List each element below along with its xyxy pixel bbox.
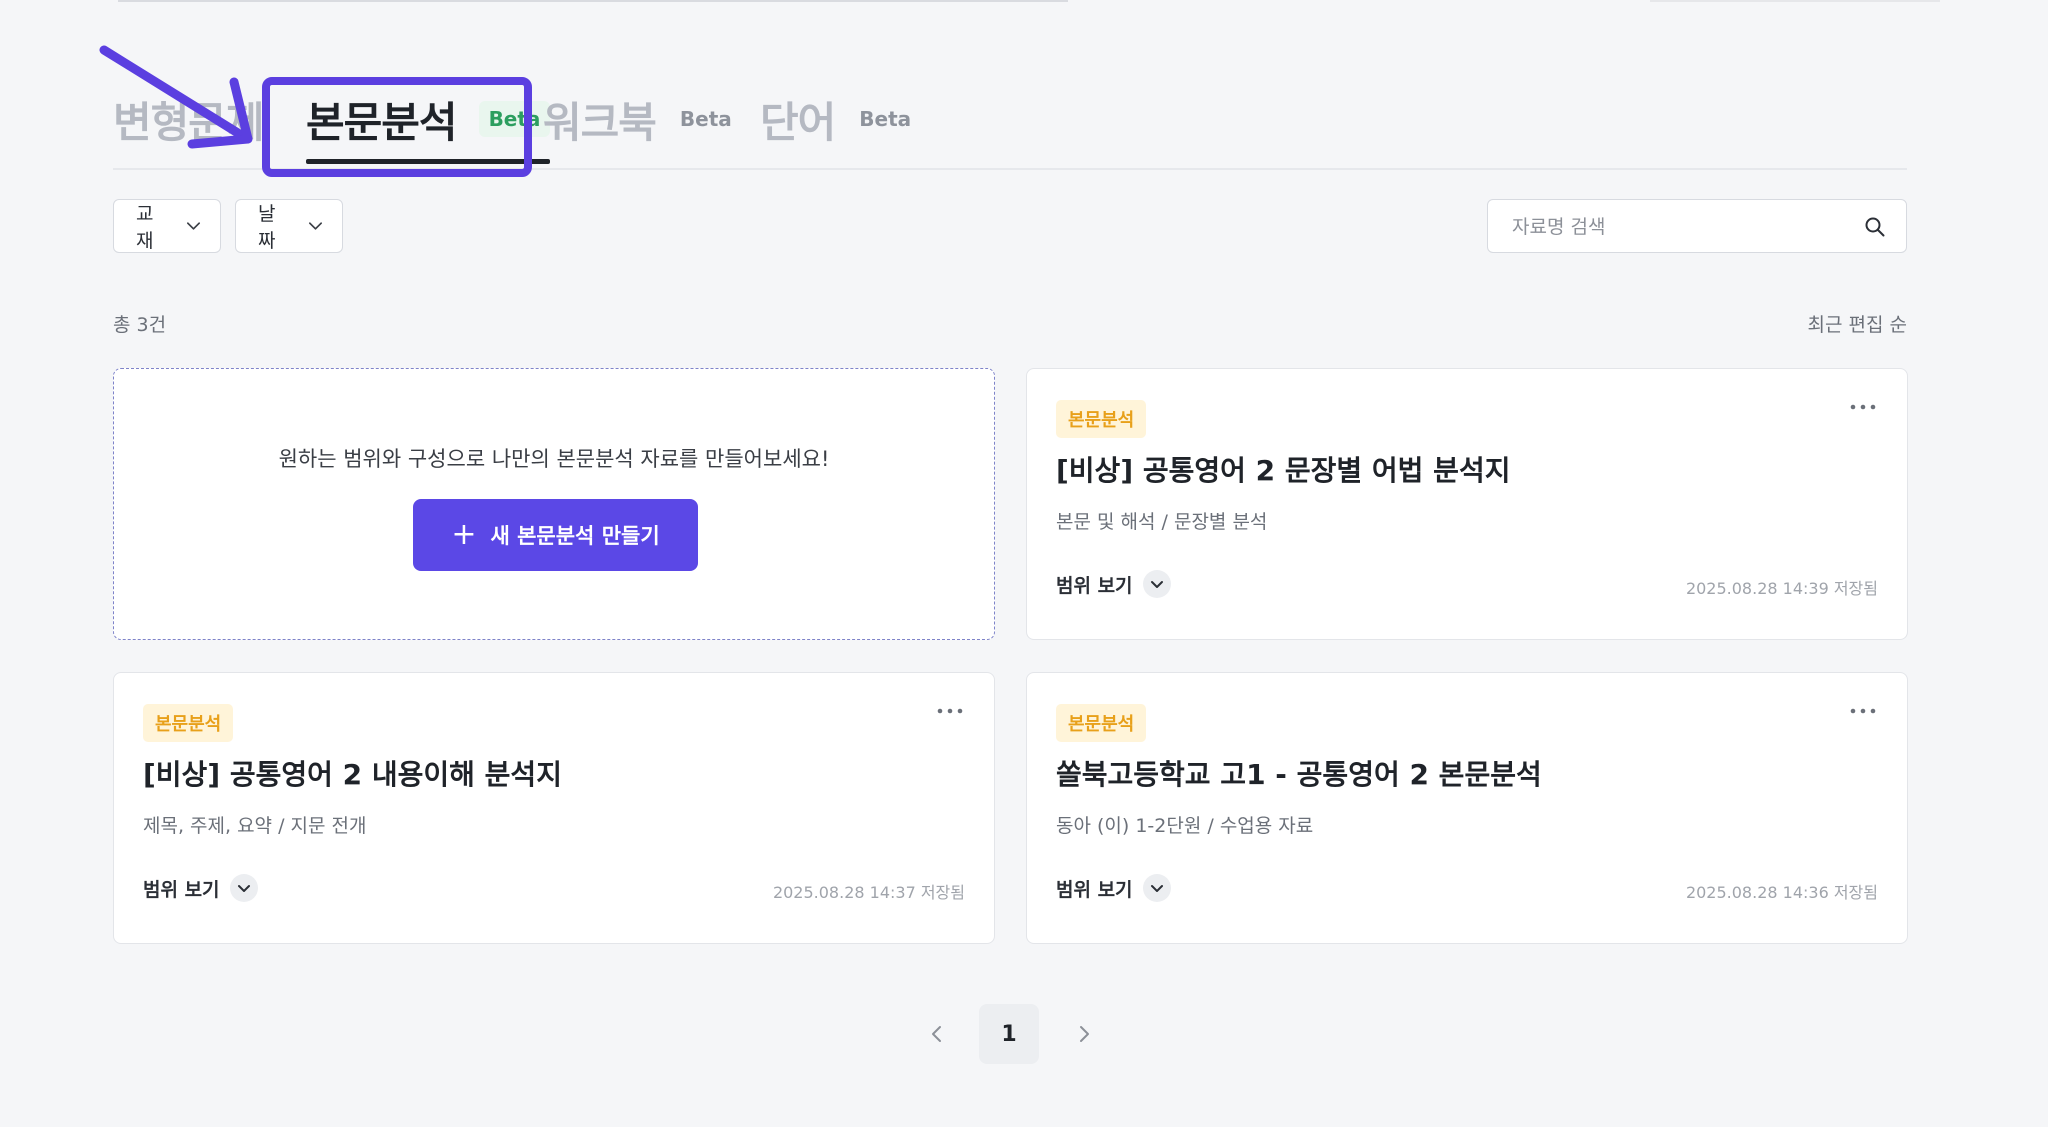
tab-vocabulary[interactable]: 단어 Beta	[760, 70, 911, 168]
category-tag: 본문분석	[1056, 704, 1147, 742]
plus-icon: +	[451, 517, 477, 552]
chevron-down-icon	[229, 874, 258, 902]
card-subtitle: 동아 (이) 1-2단원 / 수업용 자료	[1056, 815, 1314, 837]
range-label: 범위 보기	[143, 878, 220, 901]
top-divider	[118, 0, 1068, 2]
beta-badge: Beta	[478, 101, 551, 137]
view-range-toggle[interactable]: 범위 보기	[143, 874, 258, 902]
chevron-down-icon	[308, 222, 323, 230]
sort-dropdown[interactable]: 최근 편집 순	[1808, 310, 1907, 337]
more-options-icon[interactable]	[936, 703, 964, 719]
chevron-down-icon	[186, 222, 201, 230]
view-range-toggle[interactable]: 범위 보기	[1056, 874, 1171, 902]
material-card[interactable]: 본문분석 [비상] 공통영어 2 문장별 어법 분석지 본문 및 해석 / 문장…	[1026, 368, 1908, 640]
chevron-left-icon[interactable]	[925, 1022, 949, 1046]
material-card[interactable]: 본문분석 쏠북고등학교 고1 - 공통영어 2 본문분석 동아 (이) 1-2단…	[1026, 672, 1908, 944]
search-input[interactable]	[1510, 200, 1844, 254]
chevron-down-icon	[1142, 570, 1171, 598]
filter-label: 날짜	[258, 203, 276, 252]
saved-timestamp: 2025.08.28 14:37 저장됨	[772, 883, 965, 902]
beta-badge: Beta	[859, 107, 912, 131]
tab-label: 본문분석	[306, 97, 458, 147]
range-label: 범위 보기	[1056, 574, 1133, 597]
textbook-filter[interactable]: 교재	[113, 199, 221, 253]
more-options-icon[interactable]	[1849, 703, 1877, 719]
card-title: 쏠북고등학교 고1 - 공통영어 2 본문분석	[1056, 758, 1542, 791]
tab-text-analysis[interactable]: 본문분석 Beta	[288, 70, 568, 168]
search-box	[1487, 199, 1907, 254]
create-prompt: 원하는 범위와 구성으로 나만의 본문분석 자료를 만들어보세요!	[278, 447, 830, 471]
tab-label: 단어	[760, 97, 836, 147]
category-tag: 본문분석	[143, 704, 234, 742]
date-filter[interactable]: 날짜	[235, 199, 343, 253]
pagination: 1	[0, 1004, 2048, 1064]
tab-label: 워크북	[543, 97, 657, 147]
page-number-button[interactable]: 1	[979, 1004, 1039, 1064]
card-subtitle: 본문 및 해석 / 문장별 분석	[1056, 511, 1268, 533]
more-options-icon[interactable]	[1849, 399, 1877, 415]
range-label: 범위 보기	[1056, 878, 1133, 901]
chevron-down-icon	[1142, 874, 1171, 902]
result-count: 총 3건	[113, 314, 167, 336]
create-new-analysis-button[interactable]: + 새 본문분석 만들기	[413, 499, 698, 571]
category-tag: 본문분석	[1056, 400, 1147, 438]
saved-timestamp: 2025.08.28 14:39 저장됨	[1685, 579, 1878, 598]
tab-workbook[interactable]: 워크북 Beta	[543, 70, 732, 168]
active-tab-indicator	[306, 159, 551, 164]
beta-badge: Beta	[679, 107, 732, 131]
card-title: [비상] 공통영어 2 내용이해 분석지	[143, 758, 562, 791]
filter-label: 교재	[136, 203, 154, 252]
card-subtitle: 제목, 주제, 요약 / 지문 전개	[143, 815, 367, 837]
annotation-arrow-icon	[99, 45, 253, 149]
chevron-right-icon[interactable]	[1072, 1022, 1096, 1046]
view-range-toggle[interactable]: 범위 보기	[1056, 570, 1171, 598]
card-title: [비상] 공통영어 2 문장별 어법 분석지	[1056, 454, 1511, 487]
screen: 변형문제 본문분석 Beta 워크북 Beta 단어 Beta 교재 날짜 자료…	[0, 0, 2048, 1127]
search-icon[interactable]	[1864, 216, 1886, 238]
saved-timestamp: 2025.08.28 14:36 저장됨	[1685, 883, 1878, 902]
button-label: 새 본문분석 만들기	[490, 524, 660, 548]
top-divider-right	[1650, 0, 1940, 2]
category-tabs: 변형문제 본문분석 Beta 워크북 Beta 단어 Beta	[113, 70, 1907, 170]
create-card: 원하는 범위와 구성으로 나만의 본문분석 자료를 만들어보세요! + 새 본문…	[113, 368, 995, 640]
material-card[interactable]: 본문분석 [비상] 공통영어 2 내용이해 분석지 제목, 주제, 요약 / 지…	[113, 672, 995, 944]
